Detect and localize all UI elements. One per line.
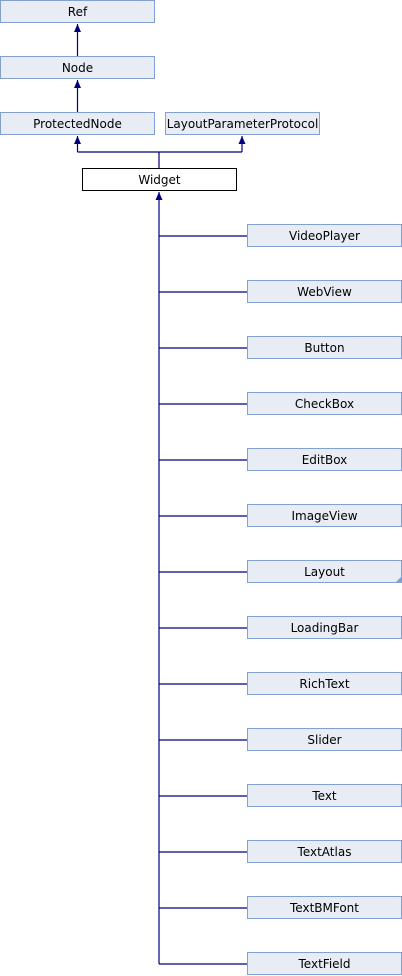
- class-button[interactable]: Button: [247, 336, 402, 359]
- class-label: EditBox: [302, 453, 348, 467]
- class-layout[interactable]: Layout: [247, 560, 402, 584]
- class-layoutparameterprotocol[interactable]: LayoutParameterProtocol: [165, 112, 320, 135]
- inheritance-diagram: Ref Node ProtectedNode LayoutParameterProto…: [0, 0, 402, 975]
- class-label: Ref: [68, 5, 88, 19]
- class-label: Text: [311, 789, 337, 803]
- arrow-head-icon: [238, 136, 246, 144]
- class-richtext[interactable]: RichText: [247, 672, 402, 695]
- class-label: Node: [62, 61, 93, 75]
- class-label: Widget: [138, 173, 181, 187]
- class-label: TextBMFont: [289, 901, 359, 915]
- class-label: ImageView: [291, 509, 357, 523]
- class-checkbox[interactable]: CheckBox: [247, 392, 402, 415]
- class-slider[interactable]: Slider: [247, 728, 402, 751]
- class-label: Layout: [304, 565, 345, 579]
- class-editbox[interactable]: EditBox: [247, 448, 402, 471]
- class-label: TextField: [298, 957, 351, 971]
- class-label: WebView: [297, 285, 352, 299]
- class-webview[interactable]: WebView: [247, 280, 402, 303]
- class-label: ProtectedNode: [33, 117, 122, 131]
- class-label: CheckBox: [295, 397, 354, 411]
- class-label: RichText: [299, 677, 349, 691]
- class-loadingbar[interactable]: LoadingBar: [247, 616, 402, 639]
- inheritance-edge: [76, 136, 243, 168]
- arrow-head-icon: [74, 136, 81, 144]
- class-protectednode[interactable]: ProtectedNode: [0, 112, 155, 135]
- class-widget[interactable]: Widget: [82, 168, 237, 191]
- class-ref[interactable]: Ref: [0, 0, 155, 23]
- class-label: VideoPlayer: [289, 229, 360, 243]
- arrow-head-icon: [74, 80, 81, 88]
- class-textbmfont[interactable]: TextBMFont: [247, 896, 402, 919]
- class-label: Slider: [307, 733, 341, 747]
- class-label: LayoutParameterProtocol: [167, 117, 319, 131]
- class-node[interactable]: Node: [0, 56, 155, 79]
- class-textfield[interactable]: TextField: [247, 952, 402, 975]
- arrow-head-icon: [155, 192, 163, 200]
- class-label: Button: [304, 341, 344, 355]
- class-textatlas[interactable]: TextAtlas: [247, 840, 402, 863]
- class-imageview[interactable]: ImageView: [247, 504, 402, 527]
- class-label: TextAtlas: [297, 845, 352, 859]
- class-videoplayer[interactable]: VideoPlayer: [247, 224, 402, 247]
- arrow-head-icon: [74, 24, 81, 32]
- class-label: LoadingBar: [291, 621, 359, 635]
- class-text[interactable]: Text: [247, 784, 402, 807]
